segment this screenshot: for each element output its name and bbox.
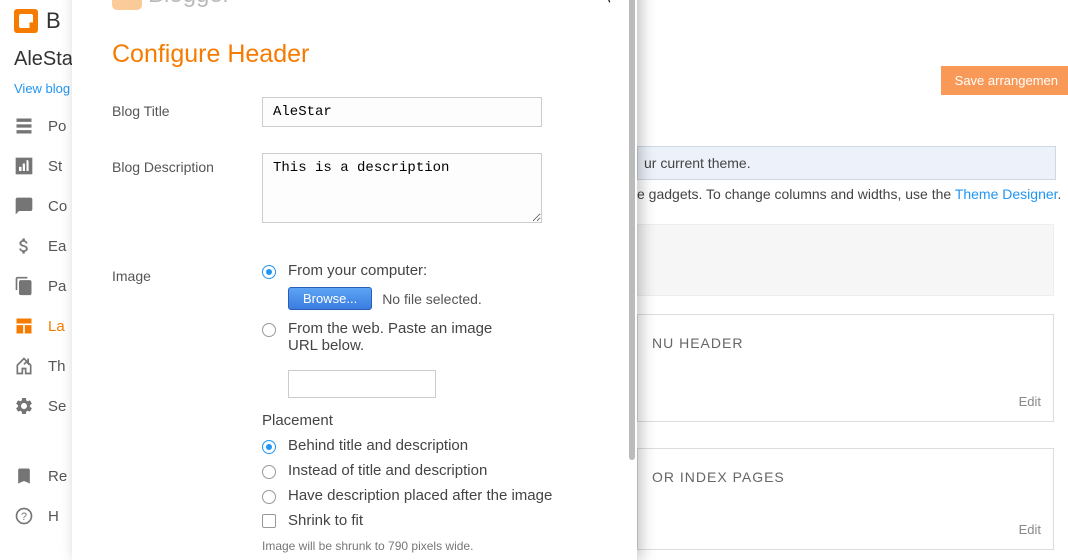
blog-title-input[interactable] xyxy=(262,97,542,127)
earnings-icon xyxy=(14,236,34,256)
image-url-input[interactable] xyxy=(288,370,436,398)
nav-label: St xyxy=(48,158,62,175)
nav-label: Th xyxy=(48,358,66,375)
layout-canvas: Save arrangemen ur current theme. e gadg… xyxy=(637,0,1068,550)
radio-from-web[interactable] xyxy=(262,323,276,337)
nav-label: Ea xyxy=(48,238,66,255)
svg-text:?: ? xyxy=(21,511,27,523)
nav-label: Co xyxy=(48,198,67,215)
radio-placement-instead[interactable] xyxy=(262,465,276,479)
theme-designer-link[interactable]: Theme Designer xyxy=(955,186,1058,202)
placement-opt-label: Behind title and description xyxy=(288,437,468,454)
gadget-spacer xyxy=(637,224,1054,296)
no-file-text: No file selected. xyxy=(382,291,482,307)
nav-label: H xyxy=(48,508,59,525)
settings-icon xyxy=(14,396,34,416)
edit-link[interactable]: Edit xyxy=(1019,522,1041,537)
bookmark-icon xyxy=(14,466,34,486)
gadget-menu-header[interactable]: NU HEADER Edit xyxy=(637,314,1054,422)
stats-icon xyxy=(14,156,34,176)
placement-label: Placement xyxy=(262,412,597,429)
scrollbar-thumb[interactable] xyxy=(629,0,635,460)
posts-icon xyxy=(14,116,34,136)
blog-description-label: Blog Description xyxy=(112,153,262,175)
nav-label: La xyxy=(48,318,65,335)
nav-label: Se xyxy=(48,398,66,415)
blogger-icon xyxy=(112,0,142,10)
comments-icon xyxy=(14,196,34,216)
gadget-title: OR INDEX PAGES xyxy=(652,469,1039,485)
pages-icon xyxy=(14,276,34,296)
checkbox-shrink[interactable] xyxy=(262,514,276,528)
help-icon: ? xyxy=(14,506,34,526)
cursor-icon xyxy=(603,0,615,4)
placement-opt-label: Instead of title and description xyxy=(288,462,487,479)
save-arrangement-button[interactable]: Save arrangemen xyxy=(941,66,1068,95)
radio-from-computer[interactable] xyxy=(262,265,276,279)
dialog-title: Configure Header xyxy=(72,22,637,91)
gadget-title: NU HEADER xyxy=(652,335,1039,351)
radio-placement-after[interactable] xyxy=(262,490,276,504)
image-label: Image xyxy=(112,262,262,284)
info-banner: ur current theme. xyxy=(637,146,1056,180)
from-computer-label: From your computer: xyxy=(288,262,427,279)
gadget-index-pages[interactable]: OR INDEX PAGES Edit xyxy=(637,448,1054,550)
blogger-logo: Blogger xyxy=(72,0,637,22)
placement-opt-label: Have description placed after the image xyxy=(288,487,552,504)
radio-placement-behind[interactable] xyxy=(262,440,276,454)
shrink-hint: Image will be shrunk to 790 pixels wide. xyxy=(262,539,597,553)
dialog-scrollbar[interactable] xyxy=(629,0,635,560)
blog-title-label: Blog Title xyxy=(112,97,262,119)
browse-button[interactable]: Browse... xyxy=(288,287,372,310)
blogger-icon xyxy=(14,9,38,33)
shrink-label: Shrink to fit xyxy=(288,512,363,529)
nav-label: Po xyxy=(48,118,66,135)
layout-icon xyxy=(14,316,34,336)
blog-description-input[interactable] xyxy=(262,153,542,223)
configure-header-dialog: Blogger Configure Header Blog Title Blog… xyxy=(72,0,637,560)
blogger-text: Blogger xyxy=(148,0,231,9)
logo-text: B xyxy=(46,8,61,34)
nav-label: Pa xyxy=(48,278,66,295)
theme-icon xyxy=(14,356,34,376)
edit-link[interactable]: Edit xyxy=(1019,394,1041,409)
from-web-label: From the web. Paste an image URL below. xyxy=(288,320,508,354)
nav-label: Re xyxy=(48,468,67,485)
info-text: e gadgets. To change columns and widths,… xyxy=(637,186,1061,202)
